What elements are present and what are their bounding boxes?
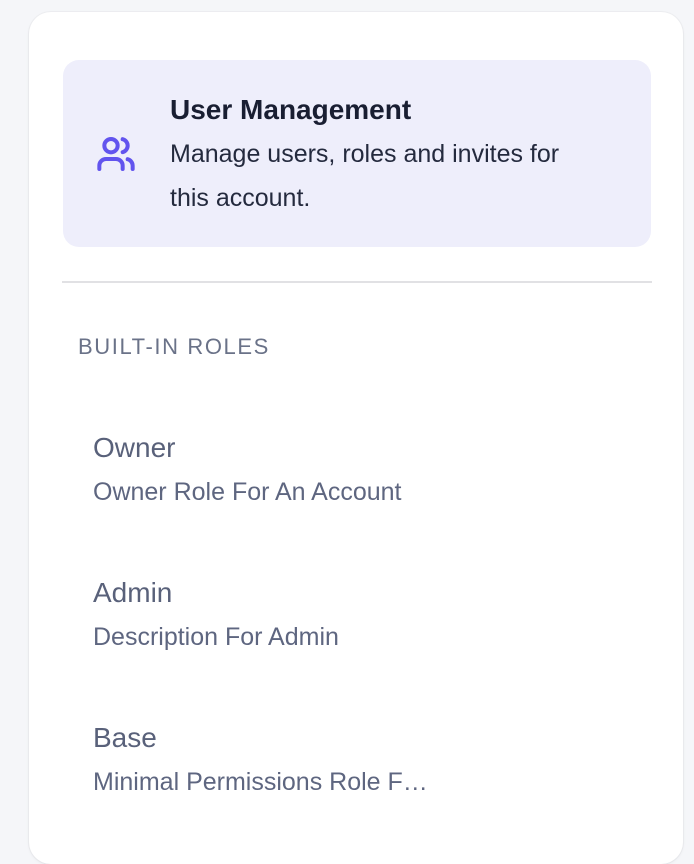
role-name: Base (93, 722, 651, 753)
banner-description: Manage users, roles and invites for this… (170, 132, 594, 220)
role-description: Description For Admin (93, 623, 651, 652)
role-list-item-owner[interactable]: Owner Owner Role For An Account (93, 432, 651, 507)
role-list-item-base[interactable]: Base Minimal Permissions Role F… (93, 722, 651, 797)
banner-text: User Management Manage users, roles and … (170, 88, 623, 220)
role-list-item-admin[interactable]: Admin Description For Admin (93, 577, 651, 652)
built-in-roles-label: BUILT-IN ROLES (78, 333, 651, 360)
user-management-banner: User Management Manage users, roles and … (63, 60, 651, 247)
divider (62, 281, 652, 283)
role-description: Minimal Permissions Role F… (93, 768, 651, 797)
role-description: Owner Role For An Account (93, 478, 651, 507)
role-list: Owner Owner Role For An Account Admin De… (93, 432, 651, 797)
users-icon (96, 134, 136, 174)
settings-panel: User Management Manage users, roles and … (29, 12, 683, 864)
role-name: Owner (93, 432, 651, 463)
banner-title: User Management (170, 88, 623, 132)
role-name: Admin (93, 577, 651, 608)
